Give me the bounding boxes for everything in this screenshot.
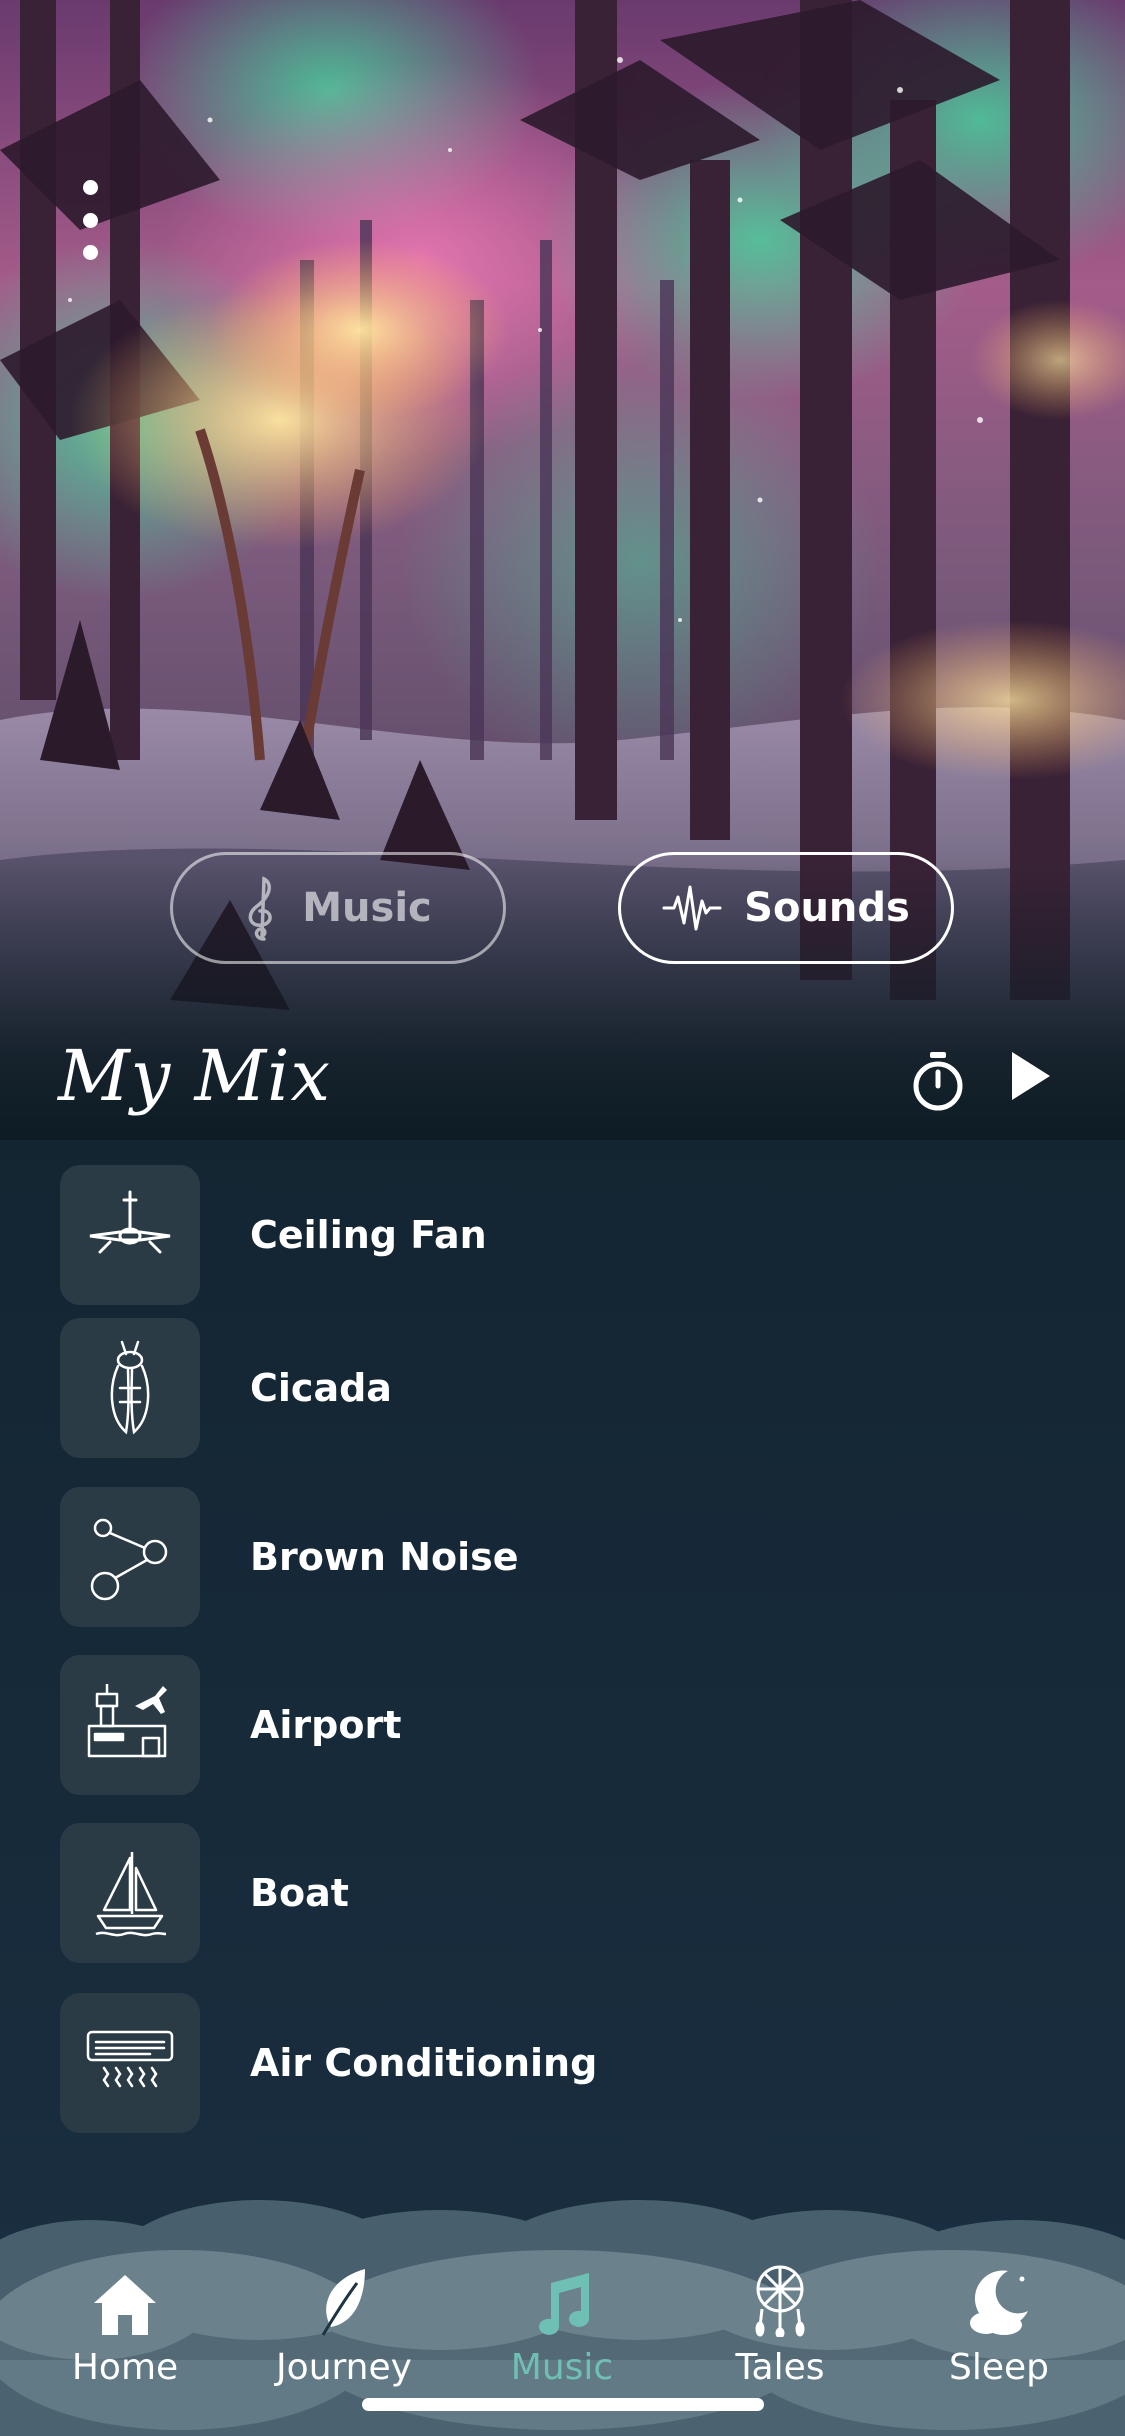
nav-music[interactable]: Music [472,2265,652,2388]
sound-tile [60,1165,200,1305]
sound-item-label: Air Conditioning [250,2041,598,2085]
nav-sleep[interactable]: Sleep [909,2265,1089,2388]
sounds-toggle-button[interactable]: Sounds [618,852,954,964]
more-dot [82,212,98,228]
boat-icon [95,1852,167,1937]
nav-home[interactable]: Home [35,2265,215,2388]
nav-label: Home [71,2347,179,2388]
cicada-icon [110,1340,150,1435]
sound-tile [60,1318,200,1458]
nav-tales[interactable]: Tales [690,2265,870,2388]
air-conditioning-icon [86,2030,174,2088]
dreamcatcher-icon [755,2265,805,2337]
nav-journey[interactable]: Journey [254,2265,434,2388]
nav-label: Tales [735,2347,825,2388]
sound-wave-icon [662,885,722,931]
more-dot [82,180,98,195]
airport-icon [87,1684,167,1758]
moon-cloud-icon [970,2270,1028,2335]
nav-label: Music [510,2347,614,2388]
sound-tile [60,1993,200,2133]
sound-item-label: Boat [250,1871,349,1915]
music-toggle-label: Music [302,885,432,931]
treble-clef-icon [248,876,272,941]
sound-item-airport[interactable]: Airport [60,1655,1060,1795]
sound-item-cicada[interactable]: Cicada [60,1318,1060,1458]
sound-item-label: Cicada [250,1366,392,1410]
home-indicator[interactable] [362,2398,764,2411]
sound-item-label: Brown Noise [250,1535,519,1579]
music-toggle-button[interactable]: Music [170,852,506,964]
sound-item-boat[interactable]: Boat [60,1823,1060,1963]
play-icon[interactable] [1012,1052,1050,1100]
music-note-icon [539,2273,589,2335]
sound-tile [60,1823,200,1963]
leaf-icon [321,2269,365,2336]
sound-tile [60,1487,200,1627]
sound-item-ceiling-fan[interactable]: Ceiling Fan [60,1165,1060,1305]
nav-label: Sleep [948,2347,1049,2388]
my-mix-title: My Mix [58,1035,332,1117]
more-dot [82,245,98,260]
timer-icon[interactable] [910,1050,966,1112]
sound-mixer-screen: Music Sounds My Mix Ceiling Fan Cicada B… [0,0,1125,2436]
sounds-toggle-label: Sounds [744,885,910,931]
hero-artwork [0,0,1125,1140]
more-options-button[interactable] [70,180,110,260]
sound-item-brown-noise[interactable]: Brown Noise [60,1487,1060,1627]
sound-item-air-conditioning[interactable]: Air Conditioning [60,1993,1060,2133]
sound-item-label: Ceiling Fan [250,1213,487,1257]
ceiling-fan-icon [89,1190,171,1254]
nav-label: Journey [276,2347,412,2388]
sound-item-label: Airport [250,1703,402,1747]
brown-noise-icon [90,1518,168,1601]
sound-tile [60,1655,200,1795]
home-icon [94,2275,156,2335]
